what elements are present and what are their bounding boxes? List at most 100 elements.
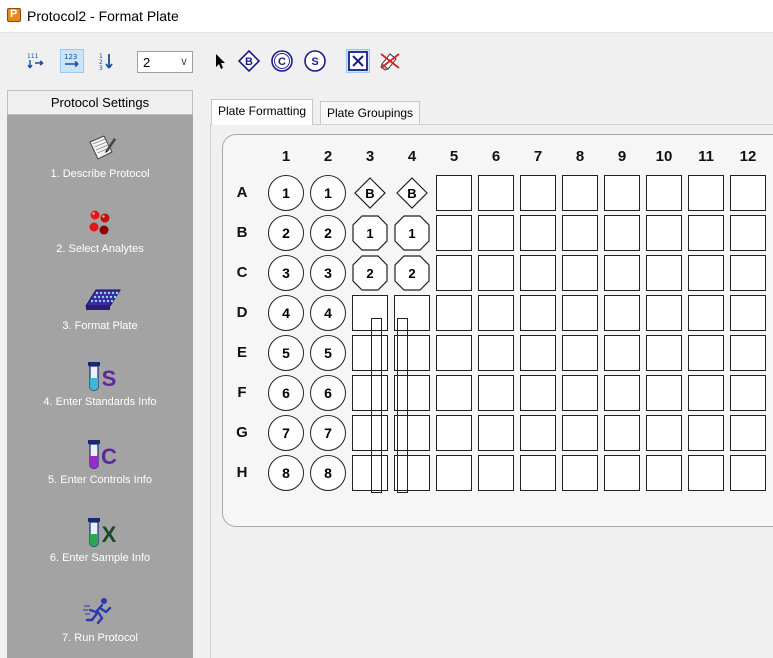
well-C10[interactable] bbox=[646, 255, 682, 291]
well-B4[interactable]: 1 bbox=[394, 215, 430, 251]
well-G9[interactable] bbox=[604, 415, 640, 451]
replicate-select[interactable]: 2 ∨ bbox=[137, 51, 193, 73]
well-F2[interactable]: 6 bbox=[310, 375, 346, 411]
sidebar-item-select-analytes[interactable]: 2. Select Analytes bbox=[7, 207, 193, 255]
well-H1[interactable]: 8 bbox=[268, 455, 304, 491]
row-header-E[interactable]: E bbox=[232, 344, 252, 361]
well-D8[interactable] bbox=[562, 295, 598, 331]
well-H3[interactable] bbox=[352, 455, 388, 491]
sidebar-item-run-protocol[interactable]: 7. Run Protocol bbox=[7, 596, 193, 644]
column-header-9[interactable]: 9 bbox=[608, 148, 636, 165]
well-D1[interactable]: 4 bbox=[268, 295, 304, 331]
well-E12[interactable] bbox=[730, 335, 766, 371]
sidebar-item-format-plate[interactable]: 3. Format Plate bbox=[7, 284, 193, 332]
row-header-G[interactable]: G bbox=[232, 424, 252, 441]
well-H7[interactable] bbox=[520, 455, 556, 491]
well-A11[interactable] bbox=[688, 175, 724, 211]
well-D2[interactable]: 4 bbox=[310, 295, 346, 331]
well-E4[interactable] bbox=[394, 335, 430, 371]
well-H12[interactable] bbox=[730, 455, 766, 491]
well-A5[interactable] bbox=[436, 175, 472, 211]
well-E5[interactable] bbox=[436, 335, 472, 371]
column-header-10[interactable]: 10 bbox=[650, 148, 678, 165]
well-C8[interactable] bbox=[562, 255, 598, 291]
well-C3[interactable]: 2 bbox=[352, 255, 388, 291]
well-C1[interactable]: 3 bbox=[268, 255, 304, 291]
well-B10[interactable] bbox=[646, 215, 682, 251]
well-A10[interactable] bbox=[646, 175, 682, 211]
well-B6[interactable] bbox=[478, 215, 514, 251]
well-G5[interactable] bbox=[436, 415, 472, 451]
well-H6[interactable] bbox=[478, 455, 514, 491]
well-F5[interactable] bbox=[436, 375, 472, 411]
well-G11[interactable] bbox=[688, 415, 724, 451]
well-A4[interactable]: B bbox=[394, 175, 430, 211]
tab-plate-groupings[interactable]: Plate Groupings bbox=[320, 101, 421, 125]
sidebar-splitter[interactable] bbox=[193, 90, 201, 658]
clear-wells-icon[interactable] bbox=[378, 49, 402, 73]
column-header-3[interactable]: 3 bbox=[356, 148, 384, 165]
well-F7[interactable] bbox=[520, 375, 556, 411]
well-D3[interactable] bbox=[352, 295, 388, 331]
column-header-12[interactable]: 12 bbox=[734, 148, 762, 165]
row-header-F[interactable]: F bbox=[232, 384, 252, 401]
column-header-7[interactable]: 7 bbox=[524, 148, 552, 165]
well-D5[interactable] bbox=[436, 295, 472, 331]
well-D7[interactable] bbox=[520, 295, 556, 331]
well-B3[interactable]: 1 bbox=[352, 215, 388, 251]
column-header-2[interactable]: 2 bbox=[314, 148, 342, 165]
well-F9[interactable] bbox=[604, 375, 640, 411]
well-H11[interactable] bbox=[688, 455, 724, 491]
well-D9[interactable] bbox=[604, 295, 640, 331]
well-G1[interactable]: 7 bbox=[268, 415, 304, 451]
well-G10[interactable] bbox=[646, 415, 682, 451]
well-A6[interactable] bbox=[478, 175, 514, 211]
well-G8[interactable] bbox=[562, 415, 598, 451]
well-G4[interactable] bbox=[394, 415, 430, 451]
well-G12[interactable] bbox=[730, 415, 766, 451]
well-E3[interactable] bbox=[352, 335, 388, 371]
row-header-A[interactable]: A bbox=[232, 184, 252, 201]
well-A9[interactable] bbox=[604, 175, 640, 211]
well-C5[interactable] bbox=[436, 255, 472, 291]
column-header-4[interactable]: 4 bbox=[398, 148, 426, 165]
well-F1[interactable]: 6 bbox=[268, 375, 304, 411]
well-C11[interactable] bbox=[688, 255, 724, 291]
sidebar-item-enter-standards-info[interactable]: S 4. Enter Standards Info bbox=[7, 360, 193, 408]
well-B9[interactable] bbox=[604, 215, 640, 251]
well-G2[interactable]: 7 bbox=[310, 415, 346, 451]
column-header-1[interactable]: 1 bbox=[272, 148, 300, 165]
well-B1[interactable]: 2 bbox=[268, 215, 304, 251]
well-B12[interactable] bbox=[730, 215, 766, 251]
well-C4[interactable]: 2 bbox=[394, 255, 430, 291]
row-header-D[interactable]: D bbox=[232, 304, 252, 321]
well-D4[interactable] bbox=[394, 295, 430, 331]
column-header-11[interactable]: 11 bbox=[692, 148, 720, 165]
well-H5[interactable] bbox=[436, 455, 472, 491]
well-F3[interactable] bbox=[352, 375, 388, 411]
well-F12[interactable] bbox=[730, 375, 766, 411]
sidebar-item-describe-protocol[interactable]: 1. Describe Protocol bbox=[7, 132, 193, 180]
column-header-6[interactable]: 6 bbox=[482, 148, 510, 165]
well-F11[interactable] bbox=[688, 375, 724, 411]
well-A3[interactable]: B bbox=[352, 175, 388, 211]
well-C7[interactable] bbox=[520, 255, 556, 291]
fill-down-numbering-icon[interactable]: 111 bbox=[24, 49, 48, 73]
well-E8[interactable] bbox=[562, 335, 598, 371]
control-well-icon[interactable]: C bbox=[270, 49, 294, 73]
well-H2[interactable]: 8 bbox=[310, 455, 346, 491]
well-G3[interactable] bbox=[352, 415, 388, 451]
column-header-8[interactable]: 8 bbox=[566, 148, 594, 165]
well-B7[interactable] bbox=[520, 215, 556, 251]
well-B8[interactable] bbox=[562, 215, 598, 251]
standard-well-icon[interactable]: S bbox=[303, 49, 327, 73]
well-E6[interactable] bbox=[478, 335, 514, 371]
well-G7[interactable] bbox=[520, 415, 556, 451]
well-C9[interactable] bbox=[604, 255, 640, 291]
column-header-5[interactable]: 5 bbox=[440, 148, 468, 165]
well-A12[interactable] bbox=[730, 175, 766, 211]
well-F6[interactable] bbox=[478, 375, 514, 411]
well-A2[interactable]: 1 bbox=[310, 175, 346, 211]
fill-sequence-icon[interactable]: 123 bbox=[95, 49, 119, 73]
fill-across-numbering-icon[interactable]: 123 bbox=[60, 49, 84, 73]
